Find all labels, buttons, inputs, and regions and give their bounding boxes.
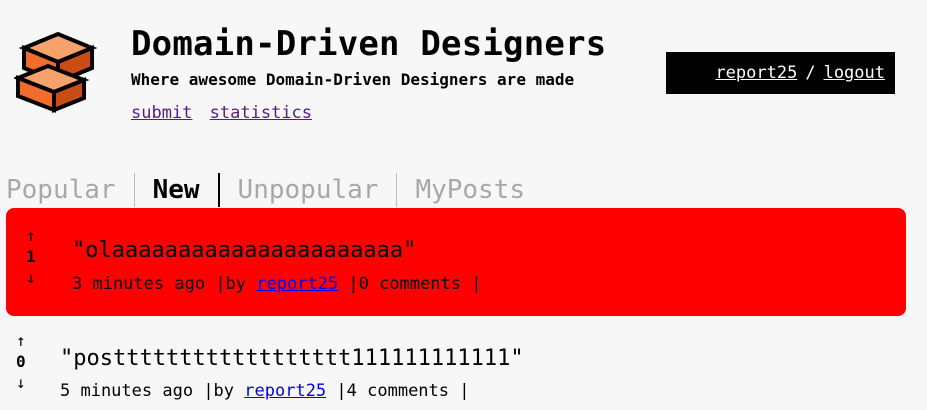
post-by-label: |by [215, 274, 247, 294]
downvote-icon[interactable]: ↓ [16, 375, 26, 391]
downvote-icon[interactable]: ↓ [26, 270, 36, 286]
tab-popular[interactable]: Popular [6, 172, 134, 208]
post-comments[interactable]: |4 comments | [336, 381, 469, 401]
username-link[interactable]: report25 [715, 63, 797, 83]
post-comments[interactable]: |0 comments | [348, 274, 481, 294]
post-author-link[interactable]: report25 [244, 381, 326, 401]
post-meta: 5 minutes ago |by report25 |4 comments | [60, 381, 469, 401]
tab-myposts[interactable]: MyPosts [397, 172, 543, 208]
post-meta: 3 minutes ago |by report25 |0 comments | [72, 274, 481, 294]
statistics-link[interactable]: statistics [210, 103, 312, 123]
post-by-label: |by [203, 381, 235, 401]
vote-control: ↑ 1 ↓ [26, 228, 36, 286]
vote-count: 1 [26, 247, 36, 266]
feed-tabs: Popular New Unpopular MyPosts [6, 172, 543, 208]
post-item: ↑ 0 ↓ "postttttttttttttttttt111111111111… [0, 324, 927, 410]
logout-link[interactable]: logout [824, 63, 885, 83]
tab-unpopular[interactable]: Unpopular [220, 172, 397, 208]
tab-new[interactable]: New [135, 172, 218, 208]
page: Domain-Driven Designers Where awesome Do… [0, 0, 927, 410]
header-nav: submit statistics [131, 103, 319, 123]
post-time: 5 minutes ago [60, 381, 194, 401]
submit-link[interactable]: submit [131, 103, 192, 123]
site-title: Domain-Driven Designers [131, 24, 607, 64]
post-title[interactable]: "olaaaaaaaaaaaaaaaaaaaaaa" [72, 238, 416, 263]
post-title[interactable]: "postttttttttttttttttt111111111111" [60, 346, 524, 371]
vote-control: ↑ 0 ↓ [16, 333, 26, 391]
upvote-icon[interactable]: ↑ [16, 333, 26, 349]
post-item: ↑ 1 ↓ "olaaaaaaaaaaaaaaaaaaaaaa" 3 minut… [6, 208, 906, 316]
site-tagline: Where awesome Domain-Driven Designers ar… [131, 70, 575, 89]
post-author-link[interactable]: report25 [256, 274, 338, 294]
post-time: 3 minutes ago [72, 274, 206, 294]
vote-count: 0 [16, 352, 26, 371]
user-box-separator: / [805, 63, 816, 83]
upvote-icon[interactable]: ↑ [26, 228, 36, 244]
brick-logo-icon[interactable] [14, 30, 98, 114]
user-box: report25 / logout [666, 52, 895, 94]
